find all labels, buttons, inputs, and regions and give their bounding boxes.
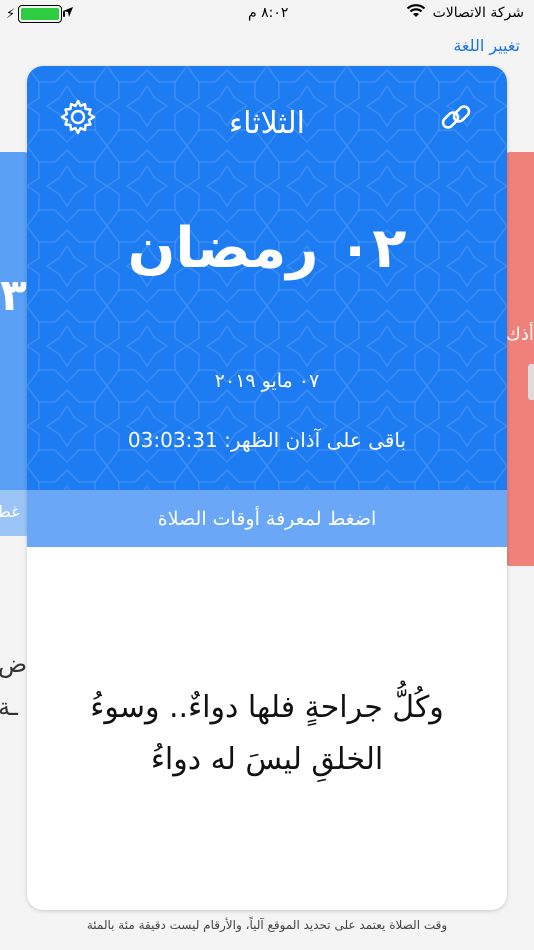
previous-quote-fragment: ض: [0, 650, 28, 678]
previous-day-card[interactable]: ٣ غط: [0, 152, 30, 536]
status-time: ٨:٠٢ م: [248, 5, 289, 21]
quote-line: وكُلُّ جراحةٍ فلها دواءٌ.. وسوءُ: [90, 690, 444, 725]
previous-quote-fragment: ـة: [0, 693, 18, 721]
countdown-time: 03:03:31: [127, 428, 218, 452]
next-card-handle[interactable]: [528, 364, 534, 400]
gregorian-date: ٠٧ مايو ٢٠١٩: [214, 370, 320, 392]
card-header: الثلاثاء ٠٢ رمضان ٠٧ مايو ٢٠١٩ باقى على …: [27, 66, 507, 490]
battery-icon: [18, 5, 66, 23]
hijri-date: ٠٢ رمضان: [127, 216, 407, 281]
previous-day-number: ٣: [0, 270, 27, 321]
day-card: الثلاثاء ٠٢ رمضان ٠٧ مايو ٢٠١٩ باقى على …: [27, 66, 507, 910]
status-bar: شركة الاتصالات ٨:٠٢ م ⚡: [0, 0, 534, 30]
quote-line: الخلقِ ليسَ له دواءُ: [150, 742, 384, 777]
carrier-name: شركة الاتصالات: [432, 5, 524, 21]
disclaimer-note: وقت الصلاة يعتمد على تحديد الموقع آلياً،…: [86, 918, 448, 932]
change-language-link[interactable]: تغيير اللغة: [453, 36, 520, 55]
next-card[interactable]: أذك: [504, 152, 534, 566]
day-name: الثلاثاء: [228, 106, 306, 141]
daily-quote: وكُلُّ جراحةٍ فلها دواءٌ.. وسوءُ الخلقِ …: [57, 682, 477, 786]
wifi-icon: [406, 3, 426, 23]
prayer-countdown: باقى على آذان الظهر: 03:03:31: [27, 428, 507, 452]
charging-icon: ⚡: [6, 6, 16, 22]
prayer-times-button[interactable]: اضغط لمعرفة أوقات الصلاة: [27, 490, 507, 547]
battery-indicator: ⚡: [6, 5, 66, 23]
next-card-text: أذك: [506, 324, 534, 345]
countdown-label: باقى على آذان الظهر:: [224, 428, 407, 452]
previous-day-strip-text: غط: [0, 502, 20, 521]
